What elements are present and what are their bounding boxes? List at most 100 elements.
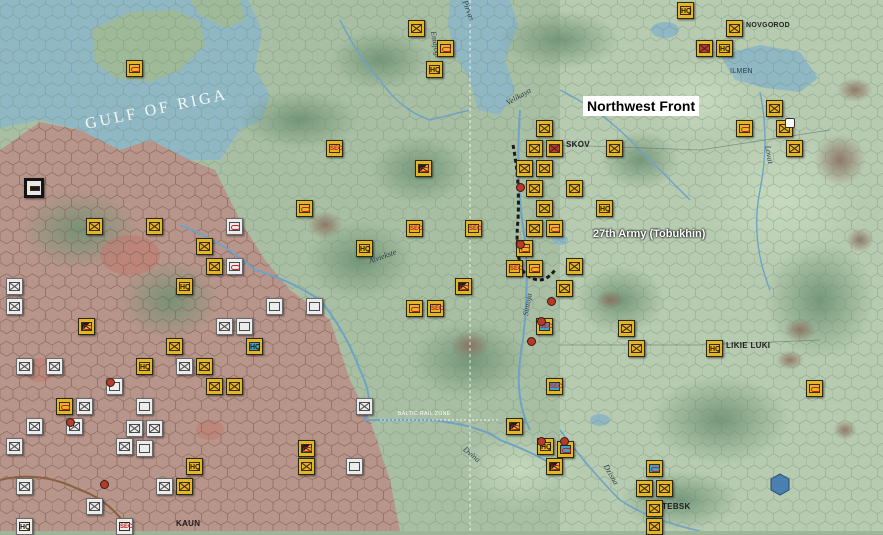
soviet-unit-infantry[interactable] bbox=[646, 500, 663, 517]
german-unit-infantry[interactable] bbox=[16, 358, 33, 375]
german-unit-unit[interactable] bbox=[136, 398, 153, 415]
combat-marker[interactable] bbox=[547, 297, 556, 306]
soviet-unit-mech[interactable] bbox=[546, 458, 563, 475]
german-unit-infantry[interactable] bbox=[216, 318, 233, 335]
soviet-unit-infantry[interactable] bbox=[546, 140, 563, 157]
combat-marker[interactable] bbox=[66, 418, 75, 427]
combat-marker[interactable] bbox=[516, 183, 525, 192]
german-unit-unit[interactable] bbox=[136, 440, 153, 457]
german-unit-infantry[interactable] bbox=[116, 438, 133, 455]
german-unit-infantry[interactable] bbox=[6, 278, 23, 295]
soviet-unit-hq[interactable]: HQ bbox=[426, 61, 443, 78]
soviet-unit-infantry[interactable] bbox=[646, 518, 663, 535]
soviet-unit-security[interactable]: SEC bbox=[465, 220, 482, 237]
soviet-unit-mech[interactable] bbox=[78, 318, 95, 335]
soviet-unit-infantry[interactable] bbox=[526, 140, 543, 157]
soviet-unit-infantry[interactable] bbox=[166, 338, 183, 355]
soviet-unit-mech[interactable] bbox=[455, 278, 472, 295]
combat-marker[interactable] bbox=[560, 437, 569, 446]
soviet-unit-armor[interactable] bbox=[736, 120, 753, 137]
soviet-unit-armor[interactable] bbox=[646, 460, 663, 477]
german-unit-unit[interactable] bbox=[306, 298, 323, 315]
soviet-unit-hq[interactable]: HQ bbox=[176, 278, 193, 295]
soviet-unit-infantry[interactable] bbox=[526, 180, 543, 197]
german-unit-selected[interactable] bbox=[24, 178, 44, 198]
soviet-unit-hq[interactable]: HQ bbox=[677, 2, 694, 19]
soviet-unit-hq[interactable]: HQ bbox=[186, 458, 203, 475]
soviet-unit-armor[interactable] bbox=[56, 398, 73, 415]
combat-marker[interactable] bbox=[516, 240, 525, 249]
combat-marker[interactable] bbox=[106, 378, 115, 387]
german-unit-infantry[interactable] bbox=[46, 358, 63, 375]
combat-marker[interactable] bbox=[527, 337, 536, 346]
soviet-unit-armor[interactable] bbox=[806, 380, 823, 397]
soviet-unit-infantry[interactable] bbox=[628, 340, 645, 357]
german-unit-infantry[interactable] bbox=[86, 498, 103, 515]
front-label[interactable]: Northwest Front bbox=[583, 96, 700, 116]
soviet-unit-infantry[interactable] bbox=[786, 140, 803, 157]
soviet-unit-infantry[interactable] bbox=[298, 458, 315, 475]
german-unit-armor[interactable] bbox=[226, 218, 243, 235]
soviet-unit-mech[interactable] bbox=[298, 440, 315, 457]
soviet-unit-security[interactable]: SEC bbox=[427, 300, 444, 317]
soviet-unit-security[interactable]: SEC bbox=[406, 220, 423, 237]
german-unit-infantry[interactable] bbox=[146, 420, 163, 437]
german-unit-unit[interactable] bbox=[236, 318, 253, 335]
soviet-unit-armor[interactable] bbox=[437, 40, 454, 57]
soviet-unit-mech[interactable] bbox=[506, 418, 523, 435]
soviet-unit-infantry[interactable] bbox=[566, 180, 583, 197]
soviet-unit-infantry[interactable] bbox=[196, 358, 213, 375]
soviet-unit-infantry[interactable] bbox=[408, 20, 425, 37]
german-unit-infantry[interactable] bbox=[126, 420, 143, 437]
combat-marker[interactable] bbox=[100, 480, 109, 489]
soviet-unit-infantry[interactable] bbox=[206, 258, 223, 275]
soviet-unit-infantry[interactable] bbox=[766, 100, 783, 117]
soviet-unit-armor[interactable] bbox=[406, 300, 423, 317]
soviet-unit-infantry[interactable] bbox=[196, 238, 213, 255]
selected-hex[interactable] bbox=[770, 473, 790, 496]
soviet-unit-infantry[interactable] bbox=[618, 320, 635, 337]
soviet-unit-infantry[interactable] bbox=[726, 20, 743, 37]
german-unit-infantry[interactable] bbox=[156, 478, 173, 495]
german-unit-hq[interactable]: HQ bbox=[16, 518, 33, 535]
soviet-unit-infantry[interactable] bbox=[536, 120, 553, 137]
objective-marker[interactable] bbox=[785, 118, 795, 128]
soviet-unit-security[interactable]: SEC bbox=[326, 140, 343, 157]
combat-marker[interactable] bbox=[537, 437, 546, 446]
german-unit-infantry[interactable] bbox=[76, 398, 93, 415]
soviet-unit-hq[interactable]: HQ bbox=[356, 240, 373, 257]
soviet-unit-hq[interactable]: HQ bbox=[246, 338, 263, 355]
soviet-unit-infantry[interactable] bbox=[206, 378, 223, 395]
soviet-unit-infantry[interactable] bbox=[556, 280, 573, 297]
soviet-unit-mech[interactable] bbox=[415, 160, 432, 177]
soviet-unit-infantry[interactable] bbox=[146, 218, 163, 235]
soviet-unit-hq[interactable]: HQ bbox=[596, 200, 613, 217]
german-unit-unit[interactable] bbox=[266, 298, 283, 315]
soviet-unit-infantry[interactable] bbox=[536, 160, 553, 177]
soviet-unit-armor[interactable] bbox=[546, 220, 563, 237]
soviet-unit-infantry[interactable] bbox=[656, 480, 673, 497]
soviet-unit-security[interactable]: SEC bbox=[546, 378, 563, 395]
german-unit-infantry[interactable] bbox=[26, 418, 43, 435]
german-unit-infantry[interactable] bbox=[16, 478, 33, 495]
soviet-unit-infantry[interactable] bbox=[226, 378, 243, 395]
soviet-unit-infantry[interactable] bbox=[526, 220, 543, 237]
german-unit-infantry[interactable] bbox=[356, 398, 373, 415]
soviet-unit-armor[interactable] bbox=[526, 260, 543, 277]
soviet-unit-hq[interactable]: HQ bbox=[706, 340, 723, 357]
german-unit-infantry[interactable] bbox=[6, 438, 23, 455]
soviet-unit-armor[interactable] bbox=[296, 200, 313, 217]
german-unit-security[interactable]: SEC bbox=[116, 518, 133, 535]
soviet-unit-infantry[interactable] bbox=[516, 160, 533, 177]
combat-marker[interactable] bbox=[537, 317, 546, 326]
soviet-unit-infantry[interactable] bbox=[176, 478, 193, 495]
soviet-unit-armor[interactable] bbox=[126, 60, 143, 77]
soviet-unit-security[interactable]: SEC bbox=[506, 260, 523, 277]
soviet-unit-infantry[interactable] bbox=[636, 480, 653, 497]
german-unit-unit[interactable] bbox=[346, 458, 363, 475]
soviet-unit-infantry[interactable] bbox=[86, 218, 103, 235]
soviet-unit-infantry[interactable] bbox=[536, 200, 553, 217]
german-unit-infantry[interactable] bbox=[6, 298, 23, 315]
german-unit-infantry[interactable] bbox=[176, 358, 193, 375]
soviet-unit-infantry[interactable] bbox=[606, 140, 623, 157]
